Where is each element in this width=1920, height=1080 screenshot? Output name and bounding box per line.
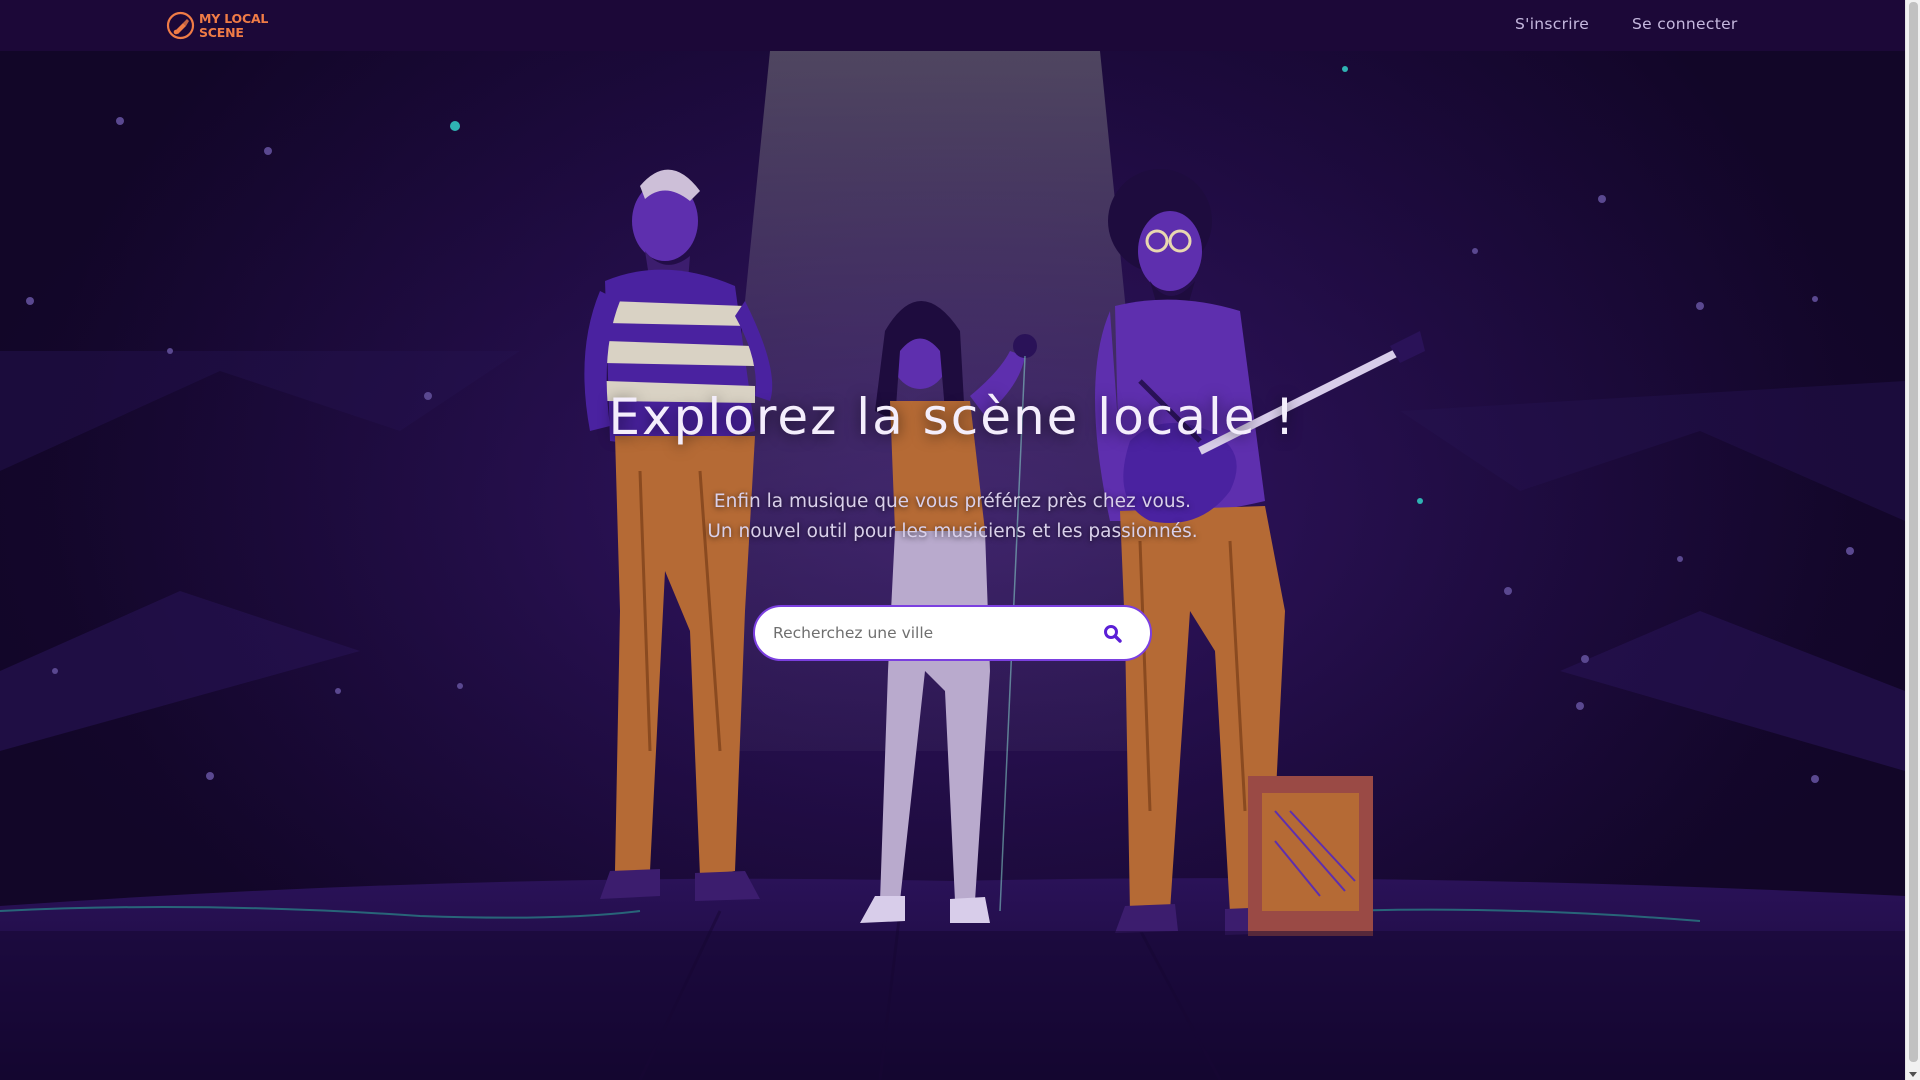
top-navbar: MY LOCAL SCENE S'inscrire Se connecter [0, 0, 1905, 51]
guitar-pick-logo-icon [166, 11, 195, 40]
city-search-bar [753, 605, 1152, 661]
brand-name: MY LOCAL SCENE [199, 10, 279, 40]
search-icon[interactable] [1102, 623, 1124, 645]
brand-line-1: MY LOCAL [199, 10, 269, 26]
city-search-input[interactable] [773, 613, 1073, 653]
signup-link[interactable]: S'inscrire [1515, 15, 1589, 33]
hero-section: Explorez la scène locale ! Enfin la musi… [0, 51, 1905, 1080]
page-viewport: MY LOCAL SCENE S'inscrire Se connecter E… [0, 0, 1905, 1080]
scroll-down-arrow-icon[interactable] [1909, 1072, 1917, 1077]
hero-title: Explorez la scène locale ! [608, 388, 1297, 446]
amplifier-illustration [1248, 776, 1373, 936]
brand-line-2: SCENE [199, 24, 244, 40]
vertical-scrollbar[interactable] [1905, 0, 1920, 1080]
brand-logo-link[interactable]: MY LOCAL SCENE [166, 11, 279, 40]
scrollbar-thumb[interactable] [1909, 2, 1918, 1062]
hero-subtitle-line-2: Un nouvel outil pour les musiciens et le… [707, 521, 1198, 542]
login-link[interactable]: Se connecter [1632, 15, 1738, 33]
hero-subtitle-line-1: Enfin la musique que vous préférez près … [713, 491, 1192, 512]
concert-band-illustration [0, 51, 1905, 1080]
